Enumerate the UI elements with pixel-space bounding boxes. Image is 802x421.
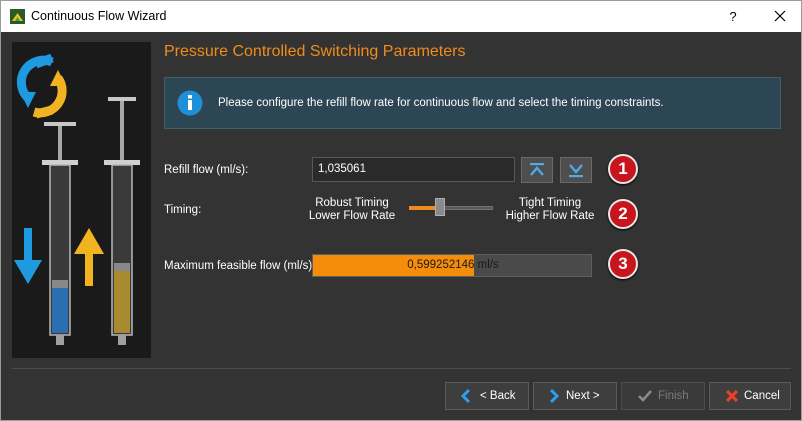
right-syringe-icon: [104, 97, 140, 345]
next-button[interactable]: Next >: [533, 382, 617, 410]
timing-robust-line2: Lower Flow Rate: [308, 210, 396, 222]
refill-flow-label: Refill flow (ml/s):: [164, 164, 249, 176]
page-title: Pressure Controlled Switching Parameters: [164, 43, 466, 60]
chevron-right-icon: [549, 388, 560, 404]
timing-robust-line1: Robust Timing: [315, 197, 389, 209]
refresh-cycle-icon: [16, 53, 67, 119]
wizard-window: Continuous Flow Wizard ? Pressure Contro…: [0, 0, 802, 421]
arrow-down-to-bottom-icon: [569, 164, 583, 178]
help-button[interactable]: ?: [719, 5, 747, 29]
timing-tight-line2: Higher Flow Rate: [505, 210, 595, 222]
timing-label: Timing:: [164, 204, 202, 216]
refill-flow-input[interactable]: 1,035061: [312, 157, 515, 182]
set-max-flow-button[interactable]: [521, 157, 553, 183]
info-message: Please configure the refill flow rate fo…: [218, 97, 664, 109]
title-bar: Continuous Flow Wizard ?: [1, 1, 801, 32]
step-badge-1: 1: [608, 154, 638, 184]
next-button-label: Next >: [566, 390, 600, 402]
footer-divider: [12, 368, 791, 369]
window-title: Continuous Flow Wizard: [31, 9, 167, 23]
cancel-x-icon: [725, 389, 739, 403]
step-badge-3: 3: [608, 249, 638, 279]
arrow-up-icon: [74, 228, 104, 286]
timing-tight-line1: Tight Timing: [518, 197, 582, 209]
chevron-left-icon: [460, 388, 471, 404]
checkmark-icon: [638, 390, 652, 402]
app-icon: [10, 9, 25, 24]
timing-slider-handle[interactable]: [434, 198, 445, 216]
finish-button[interactable]: Finish: [621, 382, 705, 410]
back-button[interactable]: < Back: [445, 382, 529, 410]
info-icon: [177, 90, 203, 116]
timing-robust-label: Robust Timing Lower Flow Rate: [306, 197, 398, 223]
max-flow-label: Maximum feasible flow (ml/s):: [164, 260, 316, 272]
left-syringe-icon: [42, 122, 78, 345]
arrow-down-icon: [14, 228, 42, 284]
set-min-flow-button[interactable]: [560, 157, 592, 183]
info-box: Please configure the refill flow rate fo…: [164, 77, 781, 129]
close-icon: [774, 10, 786, 22]
back-button-label: < Back: [480, 390, 516, 402]
timing-tight-label: Tight Timing Higher Flow Rate: [501, 197, 599, 223]
max-flow-value: 0,599252146 ml/s: [407, 259, 499, 271]
cancel-button-label: Cancel: [744, 390, 780, 402]
arrow-up-to-top-icon: [530, 163, 544, 176]
cancel-button[interactable]: Cancel: [709, 382, 791, 410]
step-badge-2: 2: [608, 199, 638, 229]
wizard-illustration: [12, 42, 151, 358]
finish-button-label: Finish: [658, 390, 689, 402]
max-flow-progress-bar: 0,599252146 ml/s: [312, 254, 592, 277]
close-button[interactable]: [759, 1, 801, 32]
